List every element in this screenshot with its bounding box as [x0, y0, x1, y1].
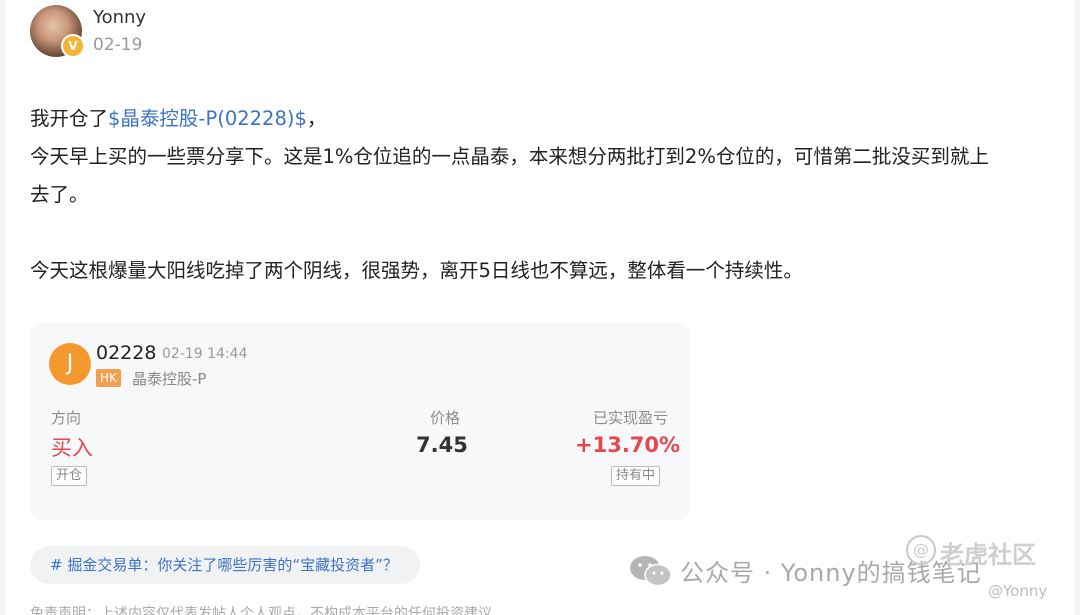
realized-pnl: +13.70% [575, 433, 681, 457]
left-edge [0, 0, 6, 615]
stock-code: 02228 [96, 342, 157, 364]
post-line-4: 今天这根爆量大阳线吃掉了两个阴线，很强势，离开5日线也不算远，整体看一个持续性。 [30, 259, 803, 282]
post-line-1: 我开仓了$晶泰控股-P(02228)$， [30, 100, 1050, 138]
post-date: 02-19 [93, 35, 143, 55]
trade-time: 02-19 14:44 [162, 346, 248, 362]
holding-tag: 持有中 [611, 466, 661, 486]
post-page: V Yonny 02-19 我开仓了$晶泰控股-P(02228)$， 今天早上买… [0, 0, 1080, 615]
stock-avatar: J [49, 343, 91, 385]
trade-price: 7.45 [416, 433, 468, 457]
watermark-account: 公众号 · Yonny的搞钱笔记 [680, 559, 982, 587]
price-label: 价格 [430, 409, 461, 427]
market-badge: HK [96, 369, 121, 387]
post-line-2: 今天早上买的一些票分享下。这是1%仓位追的一点晶泰，本来想分两批打到2%仓位的，… [30, 145, 989, 168]
post-text-suffix: ， [306, 107, 327, 130]
verified-icon: V [61, 34, 85, 58]
wechat-icon [630, 556, 672, 587]
watermark-handle: @Yonny [988, 582, 1048, 600]
tiger-logo-icon: @ [906, 535, 936, 565]
disclaimer: 免责声明：上述内容仅代表发帖人个人观点，不构成本平台的任何投资建议 [30, 606, 492, 615]
stock-link[interactable]: $晶泰控股-P(02228)$ [108, 107, 307, 130]
direction-label: 方向 [51, 409, 82, 427]
topic-tag[interactable]: # 掘金交易单：你关注了哪些厉害的“宝藏投资者”？ [30, 546, 420, 584]
open-position-tag: 开仓 [51, 466, 88, 486]
trade-card[interactable]: J 02228 02-19 14:44 HK 晶泰控股-P 方向 价格 已实现盈… [30, 323, 690, 520]
post-line-3: 去了。 [30, 183, 89, 206]
right-edge [1074, 0, 1080, 615]
post-text-prefix: 我开仓了 [30, 107, 109, 130]
post-body: 我开仓了$晶泰控股-P(02228)$， 今天早上买的一些票分享下。这是1%仓位… [30, 100, 1050, 290]
author-name[interactable]: Yonny [93, 7, 146, 28]
watermark-community: 老虎社区 [940, 541, 1036, 569]
stock-name: 晶泰控股-P [132, 370, 207, 388]
pnl-label: 已实现盈亏 [593, 409, 669, 427]
trade-direction: 买入 [51, 436, 93, 460]
